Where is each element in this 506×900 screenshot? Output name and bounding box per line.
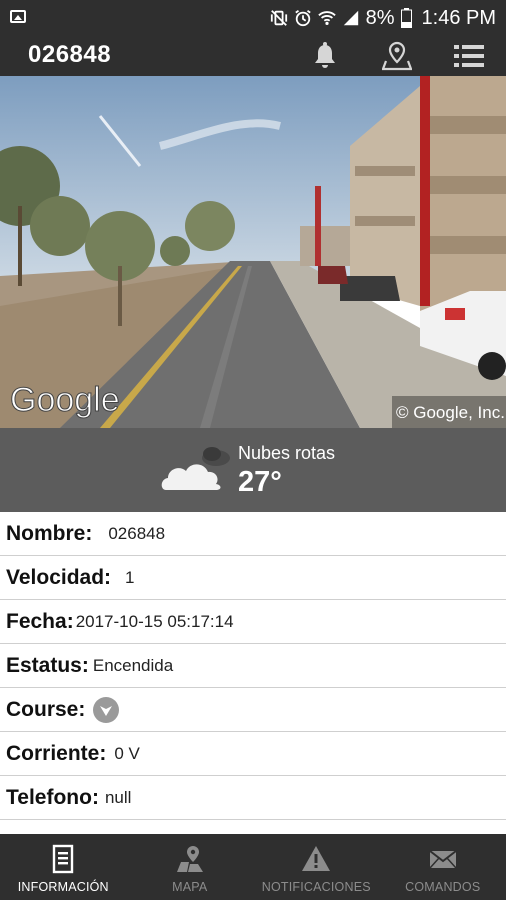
- info-label: Course:: [6, 697, 86, 721]
- tab-mapa[interactable]: MAPA: [127, 834, 254, 900]
- info-row-corriente: Corriente: 0 V: [0, 732, 506, 776]
- list-menu-icon: [454, 45, 484, 67]
- tab-label: MAPA: [172, 880, 208, 894]
- weather-panel: Nubes rotas 27°: [0, 428, 506, 512]
- info-value: Encendida: [92, 655, 174, 675]
- google-watermark: Google: [10, 381, 120, 419]
- wifi-icon: [317, 11, 336, 26]
- bell-icon: [315, 42, 335, 68]
- info-list: Nombre: 026848 Velocidad: 1 Fecha: 2017-…: [0, 512, 506, 820]
- street-view-scene: Google © Google, Inc.: [0, 76, 506, 428]
- vibrate-mute-icon: [270, 10, 287, 26]
- map-location-button[interactable]: [380, 40, 414, 72]
- info-label: Nombre:: [6, 521, 93, 545]
- battery-icon: [400, 8, 412, 28]
- tab-notificaciones[interactable]: NOTIFICACIONES: [253, 834, 380, 900]
- tab-informacion[interactable]: INFORMACIÓN: [0, 834, 127, 900]
- alarm-icon: [294, 10, 311, 27]
- broken-clouds-icon: [161, 447, 230, 490]
- weather-description: Nubes rotas: [238, 443, 336, 463]
- warning-icon: [302, 846, 331, 871]
- info-row-estatus: Estatus: Encendida: [0, 644, 506, 688]
- app-toolbar: 026848: [0, 36, 506, 76]
- info-value: 026848: [108, 523, 166, 543]
- info-row-telefono: Telefono: null: [0, 776, 506, 820]
- info-label: Velocidad:: [6, 565, 112, 589]
- tab-label: COMANDOS: [405, 880, 481, 894]
- info-label: Fecha:: [6, 609, 74, 633]
- info-row-nombre: Nombre: 026848: [0, 512, 506, 556]
- image-notification-icon: [10, 10, 26, 23]
- info-value: 2017-10-15 05:17:14: [75, 611, 234, 631]
- bottom-navigation: INFORMACIÓN MAPA NOTIFICACIONES COMANDOS: [0, 834, 506, 900]
- info-row-fecha: Fecha: 2017-10-15 05:17:14: [0, 600, 506, 644]
- weather-temperature: 27°: [238, 466, 282, 498]
- info-value: 0 V: [114, 743, 140, 763]
- tab-label: NOTIFICACIONES: [261, 880, 371, 894]
- info-label: Telefono:: [6, 785, 99, 809]
- street-view-image[interactable]: Google © Google, Inc.: [0, 76, 506, 428]
- signal-icon: [343, 10, 358, 26]
- battery-percent: 8%: [365, 6, 395, 29]
- copyright-text: © Google, Inc.: [396, 403, 505, 422]
- map-icon: [176, 846, 203, 872]
- notifications-button[interactable]: [308, 40, 342, 72]
- info-value: null: [104, 787, 132, 807]
- info-row-velocidad: Velocidad: 1: [0, 556, 506, 600]
- map-pin-icon: [382, 41, 412, 71]
- status-icons: 8% 1:46 PM: [270, 4, 496, 32]
- page-title: 026848: [28, 41, 112, 68]
- info-label: Corriente:: [6, 741, 107, 765]
- info-label: Estatus:: [6, 653, 89, 677]
- tab-label: INFORMACIÓN: [17, 880, 109, 894]
- tab-comandos[interactable]: COMANDOS: [380, 834, 506, 900]
- info-row-course: Course:: [0, 688, 506, 732]
- clock: 1:46 PM: [421, 6, 496, 29]
- status-bar: 8% 1:46 PM: [0, 0, 506, 36]
- menu-button[interactable]: [452, 40, 486, 72]
- envelope-icon: [429, 850, 457, 869]
- document-icon: [53, 844, 74, 874]
- course-direction-icon: [93, 696, 120, 723]
- info-value: 1: [125, 567, 135, 587]
